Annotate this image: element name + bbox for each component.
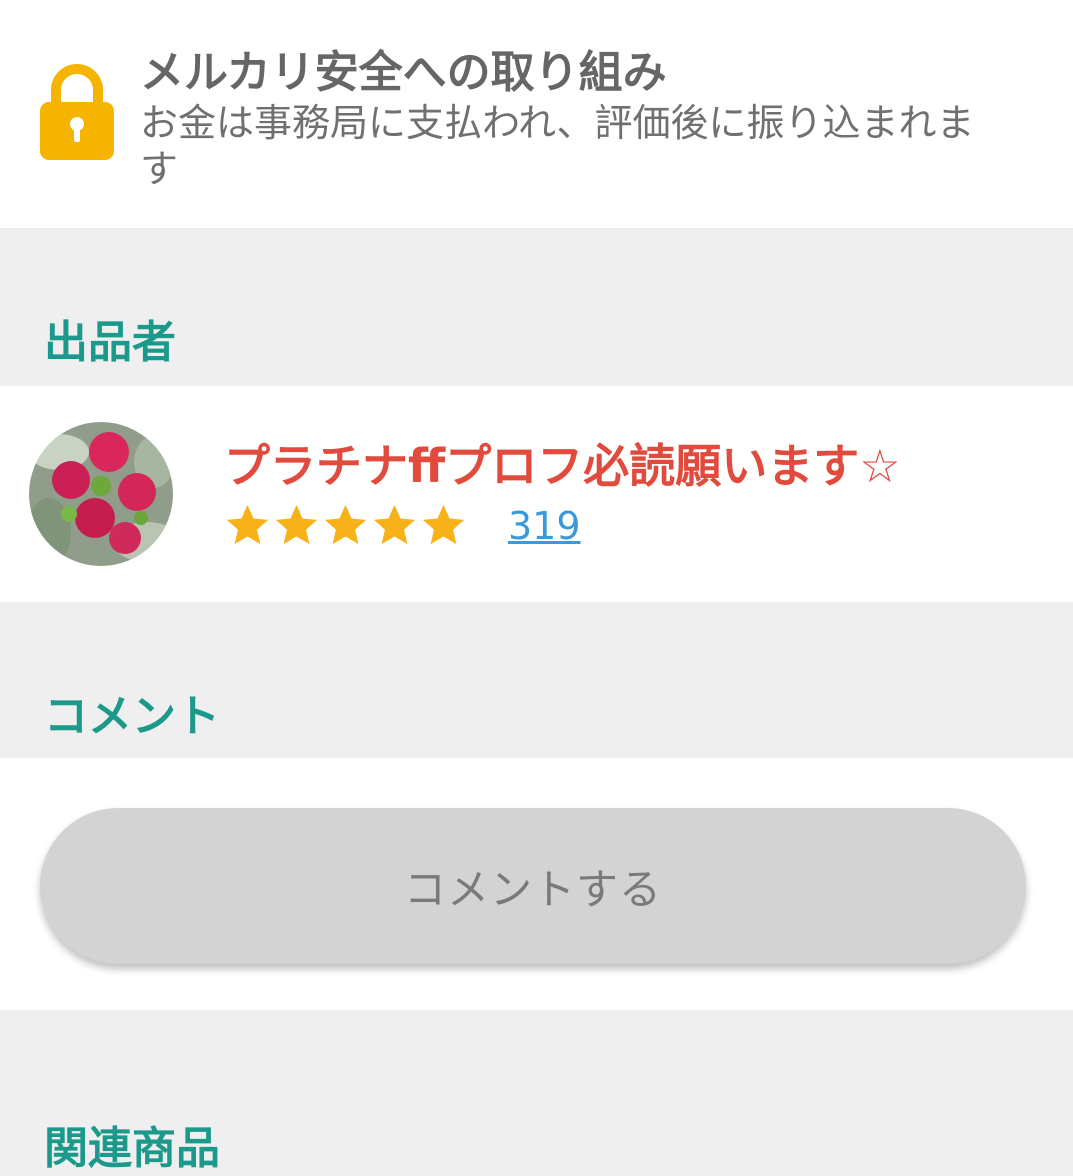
safety-description: お金は事務局に支払われ、評価後に振り込まれます: [140, 101, 975, 191]
seller-avatar[interactable]: [29, 422, 173, 566]
seller-section-heading: 出品者: [44, 317, 176, 368]
star-icon: [324, 504, 367, 545]
star-icon: [422, 504, 465, 545]
seller-card[interactable]: プラチナffプロフ必読願います☆ 319: [0, 386, 1073, 602]
comment-section-heading: コメント: [44, 691, 220, 742]
star-icon: [226, 504, 269, 545]
related-section-heading: 関連商品: [44, 1123, 220, 1174]
safety-title: メルカリ安全への取り組み: [140, 47, 667, 98]
seller-name[interactable]: プラチナffプロフ必読願います☆: [224, 430, 901, 496]
comment-button[interactable]: コメントする: [40, 808, 1026, 964]
lock-icon: [40, 64, 114, 160]
rating-stars: [224, 502, 467, 552]
safety-notice: メルカリ安全への取り組み お金は事務局に支払われ、評価後に振り込まれます: [0, 0, 1073, 228]
star-icon: [275, 504, 318, 545]
rating-count-link[interactable]: 319: [508, 504, 581, 548]
comment-area: コメントする: [0, 758, 1073, 1010]
star-icon: [373, 504, 416, 545]
